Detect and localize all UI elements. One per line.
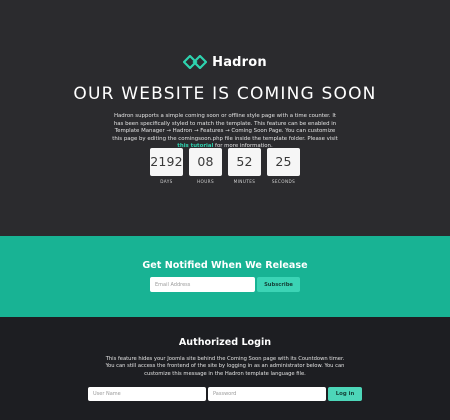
login-form: Log in xyxy=(88,387,362,401)
minutes-label: MINUTES xyxy=(233,179,256,184)
login-button[interactable]: Log in xyxy=(328,387,362,401)
hours-value: 08 xyxy=(189,148,222,176)
countdown-timer: 2192 DAYS 08 HOURS 52 MINUTES 25 SECONDS xyxy=(0,148,450,184)
linked-diamonds-icon xyxy=(183,55,208,69)
logo-text: Hadron xyxy=(212,54,267,70)
countdown-days: 2192 DAYS xyxy=(150,148,183,184)
hours-label: HOURS xyxy=(196,179,215,184)
hero-description-text: Hadron supports a simple coming soon or … xyxy=(112,113,338,142)
username-field[interactable] xyxy=(88,387,206,401)
email-field[interactable] xyxy=(150,277,255,292)
seconds-value: 25 xyxy=(267,148,300,176)
minutes-value: 52 xyxy=(228,148,261,176)
hero-description: Hadron supports a simple coming soon or … xyxy=(110,113,340,151)
site-logo[interactable]: Hadron xyxy=(0,52,450,72)
days-label: DAYS xyxy=(160,179,173,184)
countdown-hours: 08 HOURS xyxy=(189,148,222,184)
subscribe-button[interactable]: Subscribe xyxy=(257,277,300,292)
page-title: OUR WEBSITE IS COMING SOON xyxy=(73,84,377,104)
login-description: This feature hides your Joomla site behi… xyxy=(105,356,345,377)
notify-title: Get Notified When We Release xyxy=(142,260,308,271)
password-field[interactable] xyxy=(208,387,326,401)
days-value: 2192 xyxy=(150,148,183,176)
subscribe-form: Subscribe xyxy=(150,277,300,292)
seconds-label: SECONDS xyxy=(271,179,296,184)
login-title: Authorized Login xyxy=(178,337,272,348)
countdown-minutes: 52 MINUTES xyxy=(228,148,261,184)
countdown-seconds: 25 SECONDS xyxy=(267,148,300,184)
